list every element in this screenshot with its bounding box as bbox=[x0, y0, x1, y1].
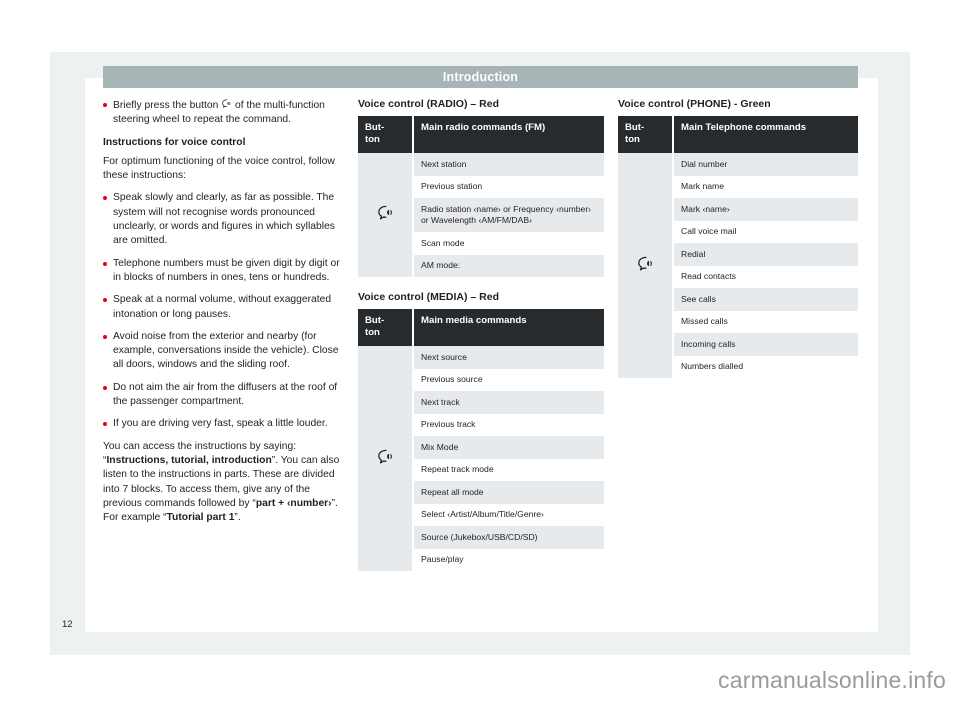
bullet-dot-icon bbox=[103, 385, 107, 390]
command-text: Missed calls bbox=[673, 310, 858, 333]
site-watermark: carmanualsonline.info bbox=[718, 667, 946, 693]
bullet-dot-icon bbox=[103, 334, 107, 339]
table-header-row: But- ton Main media commands bbox=[358, 309, 604, 346]
table-radio-commands: But- ton Main radio commands (FM) Next s… bbox=[358, 116, 604, 277]
closing-bold-1: Instructions, tutorial, introduction bbox=[106, 454, 272, 466]
command-text: Redial bbox=[673, 243, 858, 266]
command-text: Select ‹Artist/Album/Title/Genre› bbox=[413, 503, 604, 526]
voice-control-button-icon bbox=[636, 256, 655, 271]
command-text: Numbers dialled bbox=[673, 355, 858, 378]
command-text: See calls bbox=[673, 288, 858, 311]
closing-bold-3: Tutorial part 1 bbox=[166, 512, 235, 524]
bullet-speak-slowly: Speak slowly and clearly, as far as poss… bbox=[103, 191, 343, 248]
bullet-text: Telephone numbers must be given digit by… bbox=[113, 257, 340, 283]
table-media-commands: But- ton Main media commands Next source… bbox=[358, 309, 604, 571]
command-text: Source (Jukebox/USB/CD/SD) bbox=[413, 526, 604, 549]
bullet-dot-icon bbox=[103, 261, 107, 266]
bullet-dot-icon bbox=[103, 298, 107, 303]
closing-bold-2: part + ‹number› bbox=[255, 497, 332, 509]
voice-control-button-icon bbox=[376, 449, 395, 464]
table-body-radio: Next station Previous station Radio stat… bbox=[358, 153, 604, 277]
command-text: Dial number bbox=[673, 153, 858, 176]
table-body-phone: Dial number Mark name Mark ‹name› Call v… bbox=[618, 153, 858, 378]
voice-control-button-icon bbox=[221, 98, 232, 109]
table-row: Next station bbox=[358, 153, 604, 277]
command-text: Previous track bbox=[413, 413, 604, 436]
column-header-button-label: But- ton bbox=[365, 315, 385, 338]
bullet-telephone-numbers: Telephone numbers must be given digit by… bbox=[103, 257, 343, 286]
column-left: Briefly press the button of the multi-fu… bbox=[103, 98, 343, 533]
command-text: Next source bbox=[413, 346, 604, 369]
command-text: Mix Mode bbox=[413, 436, 604, 459]
document-page: Introduction 12 Briefly press the button… bbox=[0, 0, 960, 708]
bullet-driving-fast: If you are driving very fast, speak a li… bbox=[103, 417, 343, 431]
table-caption-media: Voice control (MEDIA) – Red bbox=[358, 291, 499, 303]
command-text: Incoming calls bbox=[673, 333, 858, 356]
column-header-button-label: But- ton bbox=[625, 122, 645, 145]
column-header-button-label: But- ton bbox=[365, 122, 385, 145]
table-row: Dial number bbox=[618, 153, 858, 378]
table-header-row: But- ton Main Telephone commands bbox=[618, 116, 858, 153]
bullet-repeat-command: Briefly press the button of the multi-fu… bbox=[103, 98, 343, 128]
bullet-text: Do not aim the air from the diffusers at… bbox=[113, 381, 338, 408]
command-text: Next station bbox=[413, 153, 604, 176]
intro-paragraph: For optimum functioning of the voice con… bbox=[103, 155, 335, 182]
command-text: Mark name bbox=[673, 175, 858, 198]
table-header-row: But- ton Main radio commands (FM) bbox=[358, 116, 604, 153]
command-text: Mark ‹name› bbox=[673, 198, 858, 221]
command-text: Scan mode bbox=[413, 232, 604, 255]
bullet-text: Avoid noise from the exterior and nearby… bbox=[113, 330, 339, 371]
voice-control-button-icon bbox=[376, 205, 395, 220]
bullet-dot-icon bbox=[103, 422, 107, 427]
column-header-commands: Main Telephone commands bbox=[673, 116, 858, 153]
page-header-band: Introduction bbox=[103, 66, 858, 88]
bullet-normal-volume: Speak at a normal volume, without exagge… bbox=[103, 293, 343, 322]
button-icon-cell bbox=[358, 153, 414, 277]
button-icon-cell bbox=[618, 153, 674, 378]
command-text: Previous source bbox=[413, 368, 604, 391]
bullet-text: If you are driving very fast, speak a li… bbox=[113, 418, 328, 430]
bullet-dot-icon bbox=[103, 103, 107, 107]
closing-paragraph: You can access the instructions by sayin… bbox=[103, 440, 343, 526]
table-row: Next source bbox=[358, 346, 604, 571]
column-middle: Voice control (RADIO) – Red But- ton Mai… bbox=[358, 98, 604, 571]
page-title: Introduction bbox=[442, 70, 519, 84]
closing-part-4: ”. bbox=[234, 512, 241, 524]
column-header-commands: Main radio commands (FM) bbox=[413, 116, 604, 153]
command-text: Read contacts bbox=[673, 265, 858, 288]
column-header-button: But- ton bbox=[618, 116, 674, 153]
bullet-text: Speak slowly and clearly, as far as poss… bbox=[113, 192, 335, 247]
bullet-text: Speak at a normal volume, without exagge… bbox=[113, 294, 332, 320]
command-text: Next track bbox=[413, 391, 604, 414]
section-heading-instructions: Instructions for voice control bbox=[103, 136, 246, 148]
command-text: Call voice mail bbox=[673, 220, 858, 243]
bullet-dot-icon bbox=[103, 196, 107, 201]
bullet-air-diffusers: Do not aim the air from the diffusers at… bbox=[103, 381, 343, 410]
bullet-avoid-noise: Avoid noise from the exterior and nearby… bbox=[103, 330, 343, 373]
bullet-text-before-icon: Briefly press the button bbox=[113, 100, 222, 111]
command-text: Previous station bbox=[413, 175, 604, 198]
column-header-button: But- ton bbox=[358, 309, 414, 346]
table-caption-radio: Voice control (RADIO) – Red bbox=[358, 98, 499, 110]
command-text: Repeat track mode bbox=[413, 458, 604, 481]
command-text: AM mode: bbox=[413, 254, 604, 277]
command-text: Radio station ‹name› or Frequency ‹numbe… bbox=[413, 198, 604, 232]
column-right: Voice control (PHONE) - Green But- ton M… bbox=[618, 98, 858, 378]
column-header-button: But- ton bbox=[358, 116, 414, 153]
table-phone-commands: But- ton Main Telephone commands Dial nu… bbox=[618, 116, 858, 378]
command-text: Repeat all mode bbox=[413, 481, 604, 504]
table-caption-phone: Voice control (PHONE) - Green bbox=[618, 98, 771, 110]
column-header-commands: Main media commands bbox=[413, 309, 604, 346]
table-body-media: Next source Previous source Next track P… bbox=[358, 346, 604, 571]
command-text: Pause/play bbox=[413, 548, 604, 571]
button-icon-cell bbox=[358, 346, 414, 571]
page-number: 12 bbox=[62, 619, 73, 630]
